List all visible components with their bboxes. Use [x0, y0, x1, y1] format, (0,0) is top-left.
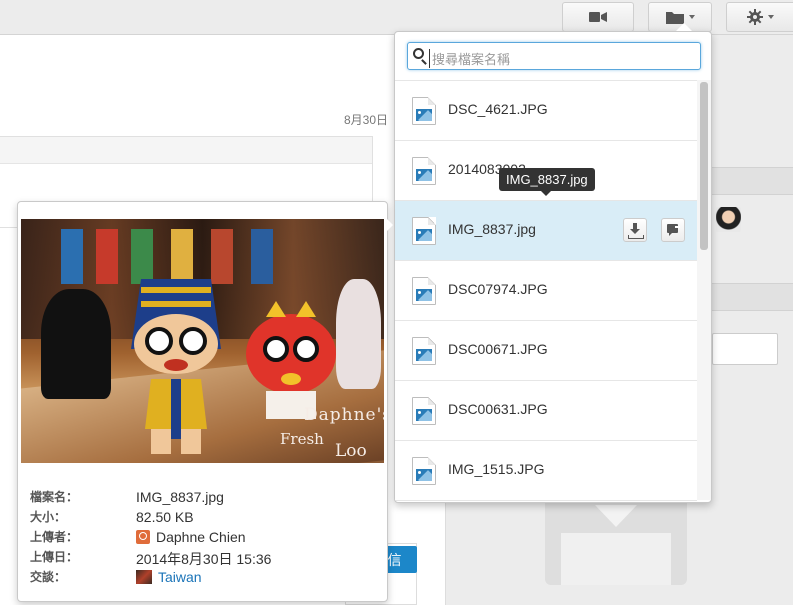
share-to-chat-button[interactable] — [661, 218, 685, 242]
settings-button[interactable] — [726, 2, 793, 32]
group-avatar-icon — [136, 570, 152, 584]
panel-section-header — [711, 167, 793, 195]
date-divider: 8月30日 — [0, 105, 390, 135]
uploader-label: 上傳者： — [30, 530, 79, 544]
file-name: DSC00671.JPG — [448, 341, 548, 357]
video-call-button[interactable] — [562, 2, 634, 32]
image-file-icon — [412, 397, 436, 425]
preview-arrow — [385, 217, 393, 233]
chat-link[interactable]: Taiwan — [158, 569, 202, 585]
chevron-down-icon — [688, 15, 695, 19]
gear-icon — [747, 9, 763, 25]
files-dropdown: 搜尋檔案名稱 DSC_4621.JPG 2014083002... IMG_88… — [394, 31, 712, 503]
image-preview[interactable]: Daphne's Fresh Loo — [21, 219, 384, 463]
folder-icon — [665, 12, 684, 24]
image-file-icon — [412, 97, 436, 125]
user-avatar-icon — [136, 530, 150, 544]
download-button[interactable] — [623, 218, 647, 242]
filename-label: 檔案名： — [30, 490, 79, 504]
chat-value: Taiwan — [136, 569, 202, 585]
file-name: DSC07974.JPG — [448, 281, 548, 297]
file-search-input[interactable]: 搜尋檔案名稱 — [407, 42, 701, 70]
upload-date-value: 2014年8月30日 15:36 — [136, 551, 272, 567]
file-name: IMG_1515.JPG — [448, 461, 545, 477]
image-file-icon — [412, 457, 436, 485]
file-list-item[interactable]: DSC07974.JPG — [395, 261, 697, 321]
file-name: IMG_8837.jpg — [448, 221, 536, 237]
image-file-icon — [412, 157, 436, 185]
avatar[interactable] — [716, 207, 741, 232]
panel-input[interactable] — [712, 333, 778, 365]
date-label: 8月30日 — [343, 113, 388, 127]
chevron-down-icon — [768, 15, 774, 19]
red-character-figure — [246, 301, 336, 419]
dropdown-arrow — [676, 23, 692, 31]
file-name-tooltip: IMG_8837.jpg — [499, 168, 595, 196]
file-list-item[interactable]: DSC00631.JPG — [395, 381, 697, 441]
search-icon — [413, 48, 424, 59]
file-name: DSC_4621.JPG — [448, 101, 548, 117]
empty-state-illustration — [545, 495, 687, 585]
panel-section-header — [711, 283, 793, 311]
top-toolbar — [0, 0, 793, 35]
file-list-item-active[interactable]: IMG_8837.jpg — [395, 201, 697, 261]
file-preview-popover: Daphne's Fresh Loo 檔案名： IMG_8837.jpg 大小：… — [17, 201, 388, 602]
file-list-item[interactable]: DSC00671.JPG — [395, 321, 697, 381]
size-value: 82.50 KB — [136, 509, 194, 525]
upload-date-label: 上傳日： — [30, 550, 79, 564]
file-list: DSC_4621.JPG 2014083002... IMG_8837.jpg … — [395, 80, 697, 501]
video-camera-icon — [589, 12, 607, 22]
uploader-value: Daphne Chien — [136, 529, 246, 545]
pharaoh-figure — [131, 279, 221, 454]
uploader-name: Daphne Chien — [156, 529, 246, 545]
search-placeholder: 搜尋檔案名稱 — [429, 49, 510, 68]
file-list-item[interactable]: DSC_4621.JPG — [395, 81, 697, 141]
size-label: 大小： — [30, 510, 67, 524]
watermark-text: Daphne's — [304, 405, 384, 425]
chat-label: 交談： — [30, 570, 67, 584]
watermark-text: Fresh — [280, 430, 324, 448]
watermark-text: Loo — [335, 441, 367, 461]
file-name: DSC00631.JPG — [448, 401, 548, 417]
scrollbar-thumb[interactable] — [700, 82, 708, 250]
file-list-item[interactable]: IMG_1515.JPG — [395, 441, 697, 501]
image-file-icon — [412, 337, 436, 365]
image-file-icon — [412, 217, 436, 245]
image-file-icon — [412, 277, 436, 305]
filename-value: IMG_8837.jpg — [136, 489, 224, 505]
